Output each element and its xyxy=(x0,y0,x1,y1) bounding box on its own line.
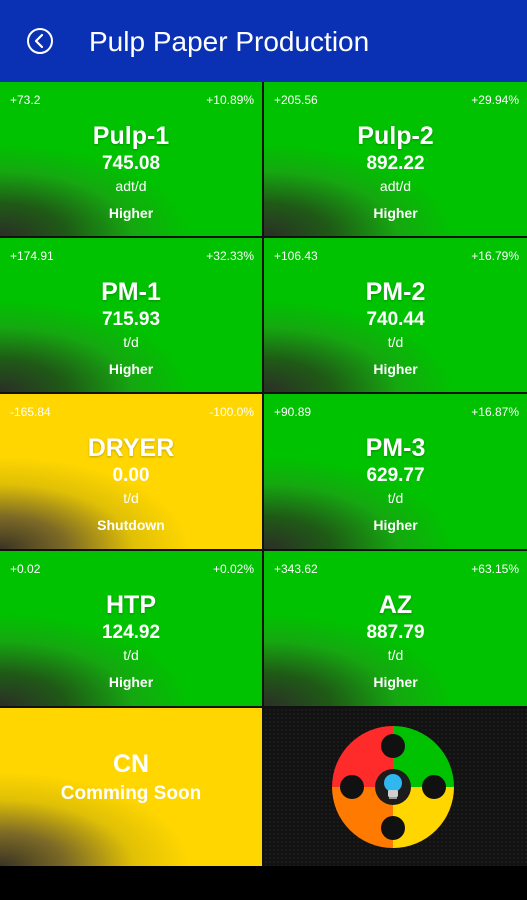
tile-name: HTP xyxy=(106,591,156,619)
tile-unit: t/d xyxy=(123,490,139,506)
delta-absolute: +106.43 xyxy=(274,249,318,263)
tile-status: Higher xyxy=(108,205,154,221)
delta-absolute: +73.2 xyxy=(10,93,41,107)
tile-status: Higher xyxy=(108,674,154,690)
tile-pm-2[interactable]: +106.43 +16.79% PM-2 740.44 t/d Higher xyxy=(264,238,527,394)
delta-percent: +16.79% xyxy=(471,249,519,263)
delta-percent: -100.0% xyxy=(209,405,254,419)
tile-pulp-1[interactable]: +73.2 +10.89% Pulp-1 745.08 adt/d Higher xyxy=(0,82,264,238)
page-title: Pulp Paper Production xyxy=(89,26,370,57)
tile-name: Pulp-2 xyxy=(357,122,434,150)
delta-absolute: +90.89 xyxy=(274,405,312,419)
tile-status: Shutdown xyxy=(97,517,165,533)
tile-value: 0.00 xyxy=(112,465,150,486)
app-bar: Pulp Paper Production xyxy=(0,0,527,82)
delta-absolute: +174.91 xyxy=(10,249,54,263)
delta-percent: +63.15% xyxy=(471,562,519,576)
tile-value: 887.79 xyxy=(366,622,425,643)
delta-percent: +32.33% xyxy=(206,249,254,263)
tile-pulp-2[interactable]: +205.56 +29.94% Pulp-2 892.22 adt/d High… xyxy=(264,82,527,238)
delta-percent: +16.87% xyxy=(471,405,519,419)
delta-percent: +0.02% xyxy=(212,562,254,576)
tile-status: Higher xyxy=(373,517,418,533)
tile-cn[interactable]: CN Comming Soon xyxy=(0,708,264,866)
tile-dryer[interactable]: -165.84 -100.0% DRYER 0.00 t/d Shutdown xyxy=(0,394,264,551)
tile-status: Higher xyxy=(373,674,418,690)
tile-name: Pulp-1 xyxy=(92,122,170,150)
tile-unit: adt/d xyxy=(115,178,147,194)
delta-absolute: +343.62 xyxy=(274,562,318,576)
tile-name: AZ xyxy=(378,591,413,619)
tile-value: 740.44 xyxy=(366,309,425,330)
bottom-bar xyxy=(0,866,527,900)
tile-az[interactable]: +343.62 +63.15% AZ 887.79 t/d Higher xyxy=(264,551,527,708)
tile-name: PM-2 xyxy=(365,278,426,306)
tile-htp[interactable]: +0.02 +0.02% HTP 124.92 t/d Higher xyxy=(0,551,264,708)
delta-absolute: -165.84 xyxy=(10,405,51,419)
tile-status: Higher xyxy=(373,361,418,377)
tile-status: Higher xyxy=(373,205,418,221)
back-arrow-circle-icon xyxy=(27,28,53,54)
tile-name: CN xyxy=(112,750,150,778)
tile-status: Higher xyxy=(108,361,154,377)
legend-tile[interactable] xyxy=(264,708,527,866)
app-screen: Pulp Paper Production +73.2 +10.89% Pulp… xyxy=(0,0,527,900)
tile-unit: t/d xyxy=(387,647,404,663)
delta-absolute: +205.56 xyxy=(274,93,318,107)
status-legend-wheel-icon xyxy=(326,722,461,852)
tile-value: 629.77 xyxy=(366,465,425,486)
tile-value: 892.22 xyxy=(366,153,425,174)
tile-unit: t/d xyxy=(123,647,139,663)
coming-soon-label: Comming Soon xyxy=(60,783,202,804)
tile-unit: t/d xyxy=(123,334,139,350)
tile-value: 715.93 xyxy=(101,309,161,330)
tile-name: PM-1 xyxy=(101,278,161,306)
delta-absolute: +0.02 xyxy=(10,562,41,576)
tile-pm-3[interactable]: +90.89 +16.87% PM-3 629.77 t/d Higher xyxy=(264,394,527,551)
delta-percent: +10.89% xyxy=(206,93,254,107)
tile-name: PM-3 xyxy=(365,434,426,462)
tile-value: 124.92 xyxy=(101,622,161,643)
tile-unit: t/d xyxy=(387,334,404,350)
back-button[interactable] xyxy=(26,27,54,55)
delta-percent: +29.94% xyxy=(471,93,519,107)
tile-unit: adt/d xyxy=(379,178,412,194)
tile-pm-1[interactable]: +174.91 +32.33% PM-1 715.93 t/d Higher xyxy=(0,238,264,394)
tile-value: 745.08 xyxy=(101,153,161,174)
tile-unit: t/d xyxy=(387,490,404,506)
production-grid: +73.2 +10.89% Pulp-1 745.08 adt/d Higher… xyxy=(0,82,527,866)
tile-name: DRYER xyxy=(87,434,175,462)
